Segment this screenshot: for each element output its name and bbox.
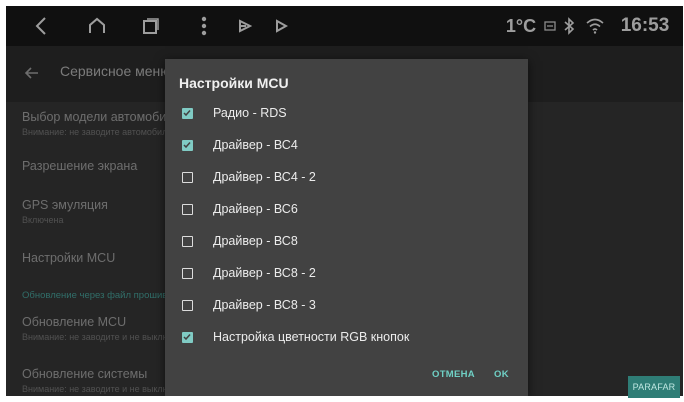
checkbox[interactable] [182,300,193,311]
checkbox-checked[interactable] [182,108,193,119]
option-label: Драйвер - ВС8 - 3 [213,298,316,312]
checkbox[interactable] [182,236,193,247]
checkbox-checked[interactable] [182,332,193,343]
option-label: Драйвер - ВС4 - 2 [213,170,316,184]
option-driver-bc8-2[interactable]: Драйвер - ВС8 - 2 [165,259,528,289]
option-label: Драйвер - ВС4 [213,138,298,152]
check-icon [183,110,191,117]
watermark-logo: PARAFAR [628,376,680,398]
cancel-button[interactable]: ОТМЕНА [432,369,475,380]
screen: 1°C 16:53 Сервисное меню Выбор модели ав… [6,6,683,396]
option-label: Радио - RDS [213,106,287,120]
mcu-settings-dialog: Настройки MCU Радио - RDS Драйвер - ВС4 … [165,59,528,396]
option-driver-bc6[interactable]: Драйвер - ВС6 [165,195,528,225]
dialog-title: Настройки MCU [179,75,289,91]
checkbox[interactable] [182,172,193,183]
option-driver-bc4-2[interactable]: Драйвер - ВС4 - 2 [165,163,528,193]
option-radio-rds[interactable]: Радио - RDS [165,99,528,129]
option-label: Настройка цветности RGB кнопок [213,330,410,344]
option-label: Драйвер - ВС8 - 2 [213,266,316,280]
option-driver-bc4[interactable]: Драйвер - ВС4 [165,131,528,161]
option-label: Драйвер - ВС6 [213,202,298,216]
option-label: Драйвер - ВС8 [213,234,298,248]
check-icon [183,142,191,149]
checkbox-checked[interactable] [182,140,193,151]
ok-button[interactable]: OK [494,369,509,380]
option-driver-bc8-3[interactable]: Драйвер - ВС8 - 3 [165,291,528,321]
checkbox[interactable] [182,268,193,279]
check-icon [183,334,191,341]
checkbox[interactable] [182,204,193,215]
option-rgb-buttons[interactable]: Настройка цветности RGB кнопок [165,323,528,353]
option-driver-bc8[interactable]: Драйвер - ВС8 [165,227,528,257]
